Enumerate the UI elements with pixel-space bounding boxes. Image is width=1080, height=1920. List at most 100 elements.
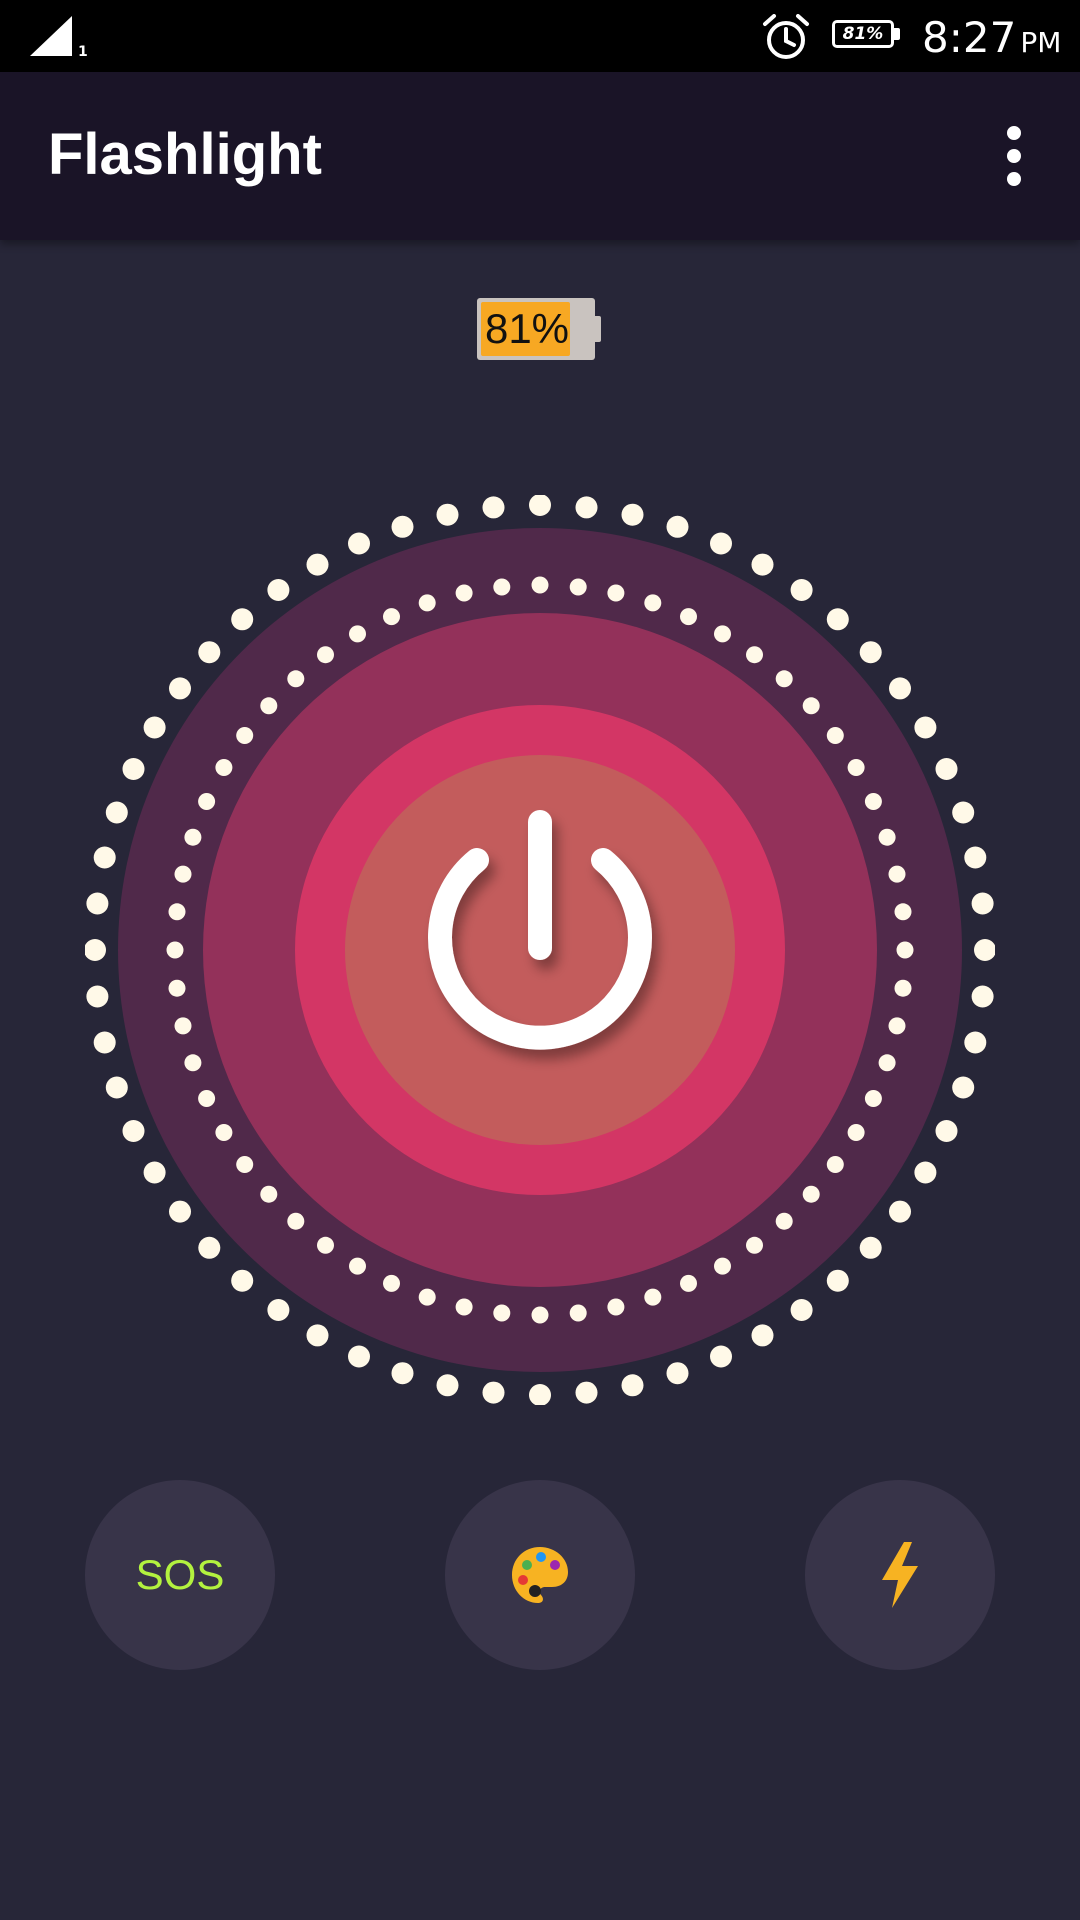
dial-dot — [935, 1120, 958, 1142]
dial-dot — [775, 1212, 793, 1230]
dial-dot — [166, 941, 184, 959]
dial-dot — [952, 1076, 975, 1099]
signal-sub-label: 1 — [78, 44, 88, 58]
dial-dot — [105, 801, 128, 824]
dial-dot — [914, 716, 937, 739]
power-dial — [85, 495, 995, 1405]
dial-dot — [529, 1384, 551, 1405]
dial-dot — [348, 532, 370, 555]
dial-dot — [878, 1054, 896, 1072]
dial-dot — [306, 553, 329, 576]
dial-dot — [826, 1156, 844, 1173]
dial-dot — [317, 1236, 334, 1254]
dial-dot — [317, 646, 334, 664]
dial-dot — [531, 1306, 549, 1324]
dial-dot — [231, 1269, 254, 1292]
dial-dot — [888, 865, 906, 883]
dial-dot — [569, 578, 587, 596]
dial-dot — [680, 1274, 697, 1292]
dial-dot — [287, 1212, 305, 1230]
dial-dot — [169, 1200, 191, 1223]
battery-nub — [894, 28, 900, 40]
dial-dot — [86, 892, 109, 915]
dial-dot — [93, 1031, 116, 1054]
page-title: Flashlight — [48, 122, 322, 187]
dial-dot — [349, 1257, 366, 1275]
dial-dot — [184, 1054, 202, 1072]
dial-dot — [974, 939, 995, 961]
dial-dot — [751, 553, 774, 576]
dial-dot — [914, 1161, 937, 1184]
dial-dot — [455, 1298, 473, 1316]
dial-dot — [644, 1288, 662, 1306]
alarm-icon — [763, 14, 809, 59]
dial-dot — [847, 1124, 865, 1141]
dial-dot — [455, 584, 473, 602]
palette-icon — [512, 1547, 568, 1603]
dial-dot — [85, 939, 106, 961]
dial-dot — [952, 801, 975, 824]
dial-dot — [349, 625, 366, 643]
dial-dot — [859, 1236, 882, 1259]
dial-dot — [569, 1304, 587, 1322]
dial-dot — [751, 1324, 774, 1347]
dial-dot — [122, 1120, 145, 1142]
dial-dot — [143, 1161, 166, 1184]
dial-dot — [436, 1374, 459, 1397]
dial-dot — [864, 793, 882, 810]
dial-dot — [644, 594, 662, 612]
dial-dot — [894, 903, 912, 921]
dial-dot — [86, 985, 109, 1008]
dial-dot — [710, 532, 732, 555]
dial-dot — [260, 697, 278, 715]
dial-dot — [964, 846, 987, 869]
dial-dot — [826, 608, 849, 631]
dial-dot — [790, 1299, 813, 1321]
dial-dot — [236, 727, 254, 744]
dial-dot — [215, 759, 233, 776]
battery-level-indicator: 81% — [477, 298, 601, 360]
dial-dot — [436, 503, 459, 526]
dial-dot — [198, 1090, 216, 1107]
sos-button[interactable]: SOS — [85, 1480, 275, 1670]
dial-dot — [710, 1345, 732, 1368]
dial-dot — [236, 1156, 254, 1173]
strobe-button[interactable] — [805, 1480, 995, 1670]
dial-dot — [348, 1345, 370, 1368]
dial-dot — [482, 1381, 505, 1404]
app-bar: Flashlight — [0, 72, 1080, 240]
dial-dot — [621, 1374, 644, 1397]
dial-dot — [826, 1269, 849, 1292]
dial-dot — [802, 697, 820, 715]
color-button[interactable] — [445, 1480, 635, 1670]
dial-dot — [575, 496, 598, 519]
battery-icon: 81% — [832, 20, 902, 52]
dial-dot — [287, 670, 305, 688]
dial-dot — [418, 594, 436, 612]
dial-dot — [964, 1031, 987, 1054]
dial-dot — [746, 646, 763, 664]
dial-dot — [169, 677, 191, 700]
dial-dot — [184, 828, 202, 846]
dial-dot — [878, 828, 896, 846]
dial-dot — [714, 1257, 731, 1275]
dial-dot — [971, 985, 994, 1008]
dial-dot — [802, 1185, 820, 1203]
dial-dot — [621, 503, 644, 526]
signal-icon: 1 — [30, 16, 88, 58]
dial-dot — [143, 716, 166, 739]
more-vert-icon[interactable] — [990, 124, 1038, 188]
power-button[interactable] — [345, 755, 735, 1145]
dial-dot — [746, 1236, 763, 1254]
dial-dot — [267, 1299, 290, 1321]
dial-dot — [383, 1274, 400, 1292]
dial-dot — [168, 979, 186, 997]
dial-dot — [529, 495, 551, 516]
dial-dot — [418, 1288, 436, 1306]
dial-dot — [482, 496, 505, 519]
battery-status-text: 81% — [832, 20, 894, 48]
dial-dot — [174, 1017, 192, 1035]
lightning-icon — [882, 1542, 918, 1608]
dial-dot — [306, 1324, 329, 1347]
dial-dot — [864, 1090, 882, 1107]
